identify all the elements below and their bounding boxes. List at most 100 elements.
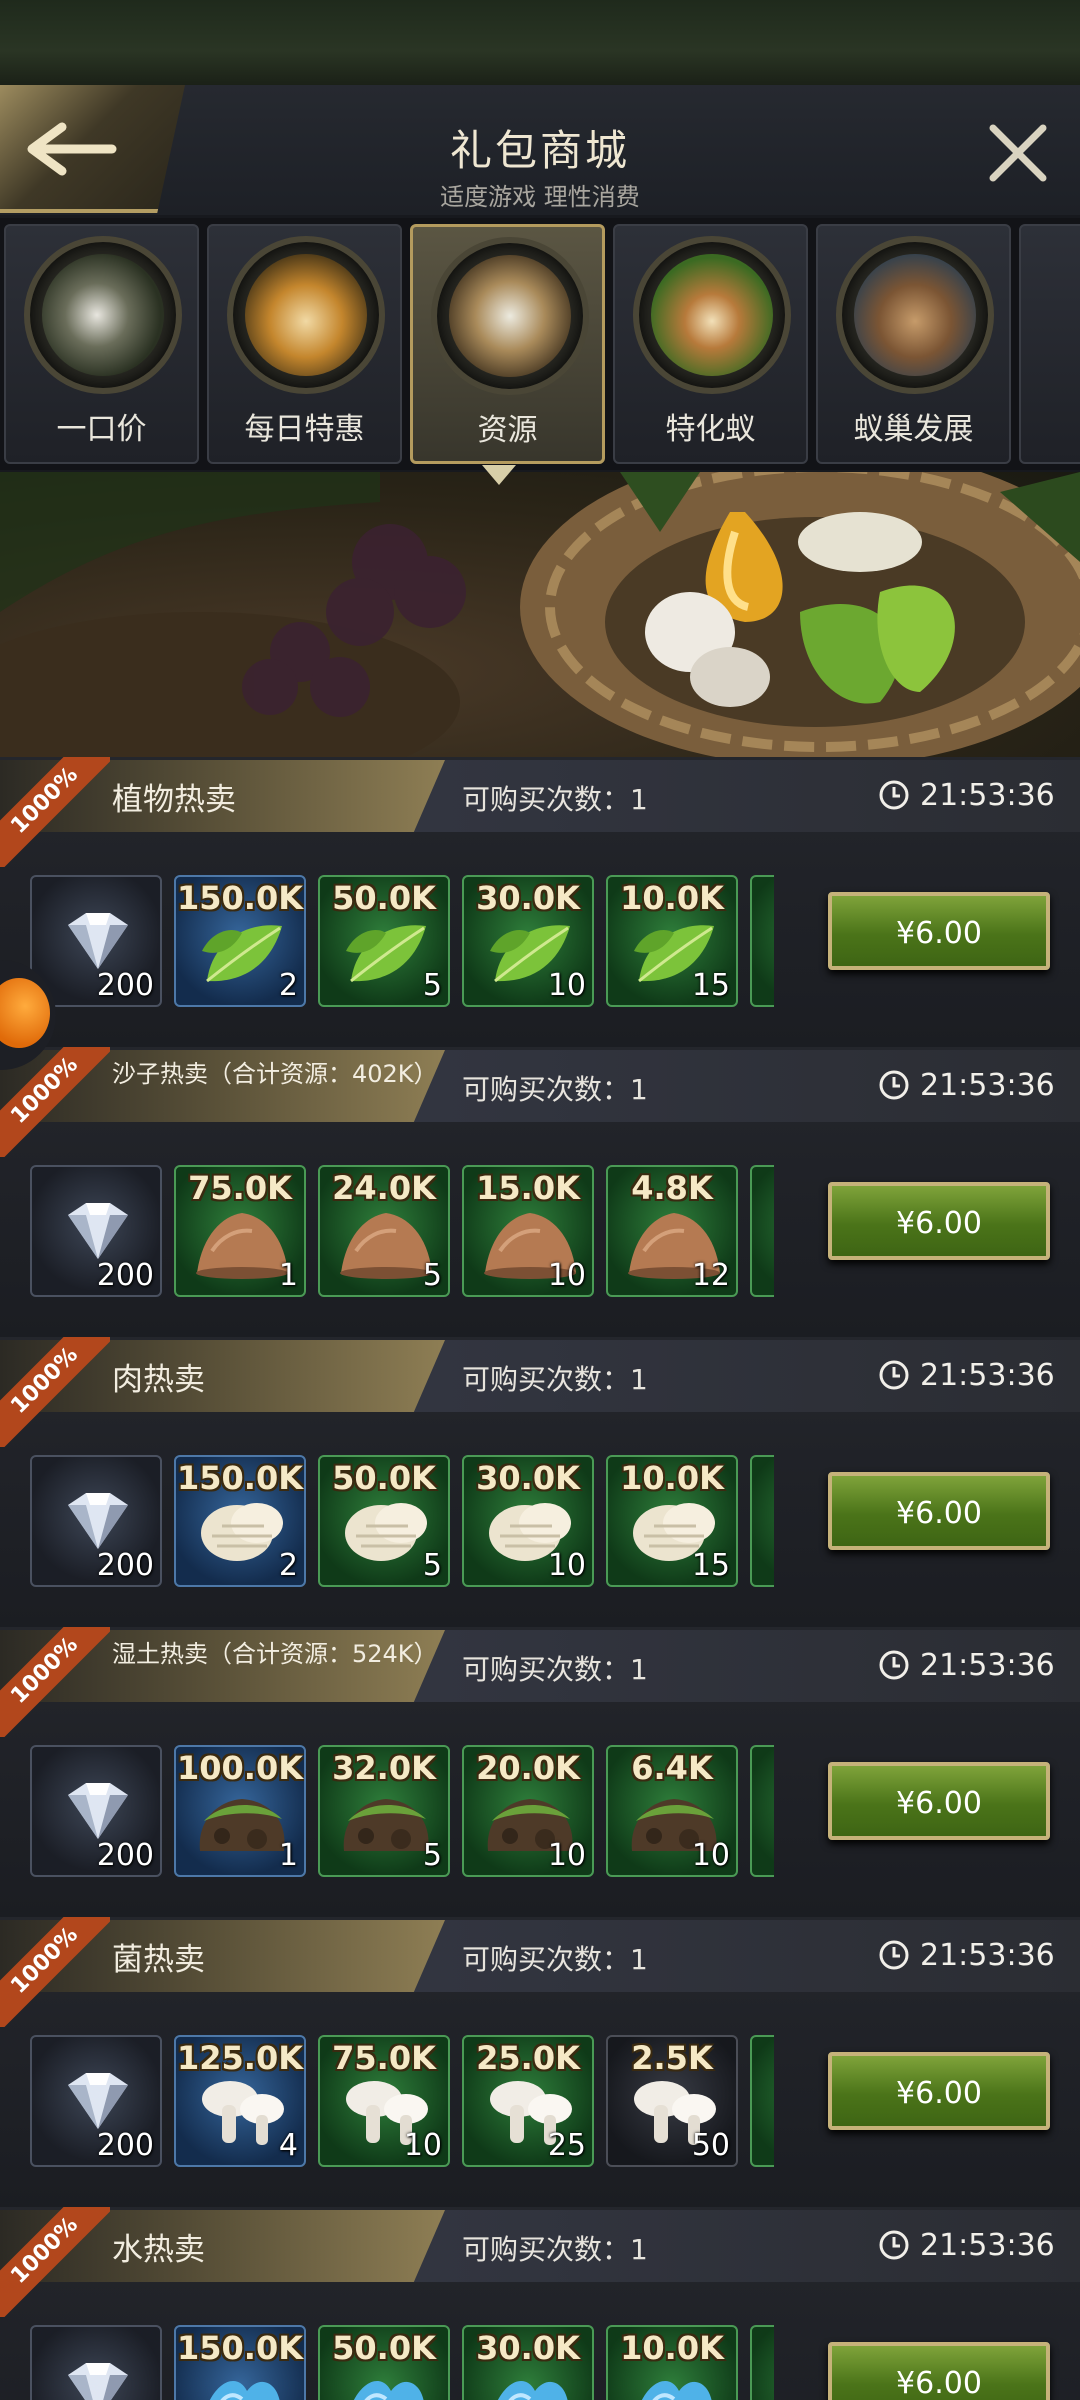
meat-reward-item[interactable]: 150.0K 2	[174, 1455, 306, 1587]
leaf-reward-item[interactable]: 150.0K 2	[174, 875, 306, 1007]
reward-amount: 150.0K	[176, 1459, 303, 1497]
red-ant-icon	[651, 254, 773, 376]
honey-basket-icon	[245, 254, 367, 376]
buy-button[interactable]: ¥6.00	[828, 1472, 1050, 1550]
mushroom-reward-item[interactable]: 125.0K 4	[174, 2035, 306, 2167]
offer-row-3: 湿土热卖（合计资源：524K） 可购买次数：1 21:53:36 1000% 2…	[0, 1627, 1080, 1917]
reward-item-overflow-peek[interactable]	[750, 2035, 774, 2167]
dna-nest-icon	[854, 254, 976, 376]
mushroom-reward-item[interactable]: 2.5K 50	[606, 2035, 738, 2167]
tab-label: 特化蚁	[665, 412, 756, 447]
reward-item-overflow-peek[interactable]	[750, 875, 774, 1007]
soil-reward-item[interactable]: 100.0K 1	[174, 1745, 306, 1877]
offer-name: 菌热卖	[112, 1942, 205, 1978]
reward-amount: 30.0K	[476, 2329, 580, 2367]
buy-button[interactable]: ¥6.00	[828, 1762, 1050, 1840]
reward-item-overflow-peek[interactable]	[750, 1165, 774, 1297]
meat-icon	[336, 1491, 436, 1571]
diamond-reward-item[interactable]: 200	[30, 1165, 162, 1297]
tab-3[interactable]: 特化蚁	[613, 224, 808, 464]
clock-icon	[879, 780, 909, 810]
water-reward-item[interactable]: 30.0K	[462, 2325, 594, 2400]
offer-row-2: 肉热卖 可购买次数：1 21:53:36 1000% 200 150.0K 2 50.…	[0, 1337, 1080, 1627]
tab-1[interactable]: 每日特惠	[207, 224, 402, 464]
tab-overflow-peek[interactable]	[1019, 224, 1080, 464]
reward-count: 200	[96, 1258, 154, 1293]
reward-amount: 50.0K	[332, 1459, 436, 1497]
diamond-icon	[48, 2353, 148, 2400]
countdown-timer: 21:53:36	[920, 778, 1055, 813]
tab-label: 资源	[477, 413, 538, 448]
tab-4[interactable]: 蚁巢发展	[816, 224, 1011, 464]
orange-fish-icon	[0, 978, 50, 1048]
diamond-reward-item[interactable]	[30, 2325, 162, 2400]
mushroom-reward-item[interactable]: 25.0K 25	[462, 2035, 594, 2167]
reward-count: 10	[547, 1838, 586, 1873]
diamond-reward-item[interactable]: 200	[30, 1455, 162, 1587]
reward-count: 10	[691, 1838, 730, 1873]
offer-header: 湿土热卖（合计资源：524K） 可购买次数：1 21:53:36	[0, 1630, 1080, 1702]
leaf-icon	[192, 911, 292, 991]
purchase-limit: 可购买次数：1	[462, 2233, 648, 2266]
water-reward-item[interactable]: 10.0K	[606, 2325, 738, 2400]
water-reward-item[interactable]: 150.0K	[174, 2325, 306, 2400]
reward-count: 200	[96, 2128, 154, 2163]
reward-count: 10	[547, 1548, 586, 1583]
reward-item-overflow-peek[interactable]	[750, 2325, 774, 2400]
leaf-reward-item[interactable]: 10.0K 15	[606, 875, 738, 1007]
buy-button[interactable]: ¥6.00	[828, 1182, 1050, 1260]
reward-amount: 50.0K	[332, 2329, 436, 2367]
shop-header: 礼包商城 适度游戏 理性消费	[0, 85, 1080, 215]
diamond-reward-item[interactable]: 200	[30, 2035, 162, 2167]
resource-banner	[0, 472, 1080, 757]
diamond-reward-item[interactable]: 200	[30, 875, 162, 1007]
nest-resources-icon	[449, 255, 571, 377]
tab-0[interactable]: 一口价	[4, 224, 199, 464]
reward-count: 4	[278, 2128, 298, 2163]
discount-label: 1000%	[0, 757, 110, 867]
buy-button[interactable]: ¥6.00	[828, 2342, 1050, 2400]
sand-reward-item[interactable]: 24.0K 5	[318, 1165, 450, 1297]
leaf-icon	[336, 911, 436, 991]
discount-label: 1000%	[0, 1627, 110, 1737]
tab-icon-frame	[227, 236, 385, 394]
meat-reward-item[interactable]: 30.0K 10	[462, 1455, 594, 1587]
meat-icon	[192, 1491, 292, 1571]
reward-items: 200 125.0K 4 75.0K 10 25.0K 25 2.5K 50	[30, 2035, 774, 2167]
reward-count: 5	[422, 1258, 442, 1293]
reward-count: 15	[691, 1548, 730, 1583]
reward-count: 25	[547, 2128, 586, 2163]
reward-items: 200 150.0K 2 50.0K 5 30.0K 10 10.0K 15	[30, 1455, 774, 1587]
reward-item-overflow-peek[interactable]	[750, 1745, 774, 1877]
leaf-reward-item[interactable]: 30.0K 10	[462, 875, 594, 1007]
diamond-reward-item[interactable]: 200	[30, 1745, 162, 1877]
close-button[interactable]	[985, 120, 1051, 186]
sand-reward-item[interactable]: 4.8K 12	[606, 1165, 738, 1297]
discount-ribbon: 1000%	[0, 757, 110, 867]
reward-amount: 125.0K	[176, 2039, 303, 2077]
soil-reward-item[interactable]: 32.0K 5	[318, 1745, 450, 1877]
tab-2[interactable]: 资源	[410, 224, 605, 464]
reward-count: 12	[691, 1258, 730, 1293]
sand-reward-item[interactable]: 75.0K 1	[174, 1165, 306, 1297]
leaf-reward-item[interactable]: 50.0K 5	[318, 875, 450, 1007]
clock-icon	[879, 1650, 909, 1680]
buy-button[interactable]: ¥6.00	[828, 892, 1050, 970]
water-reward-item[interactable]: 50.0K	[318, 2325, 450, 2400]
mushroom-reward-item[interactable]: 75.0K 10	[318, 2035, 450, 2167]
tab-label: 一口价	[56, 412, 147, 447]
meat-reward-item[interactable]: 10.0K 15	[606, 1455, 738, 1587]
offer-row-1: 沙子热卖（合计资源：402K） 可购买次数：1 21:53:36 1000% 2…	[0, 1047, 1080, 1337]
reward-item-overflow-peek[interactable]	[750, 1455, 774, 1587]
purchase-limit: 可购买次数：1	[462, 783, 648, 816]
discount-ribbon: 1000%	[0, 1917, 110, 2027]
sand-reward-item[interactable]: 15.0K 10	[462, 1165, 594, 1297]
reward-amount: 150.0K	[176, 2329, 303, 2367]
soil-reward-item[interactable]: 20.0K 10	[462, 1745, 594, 1877]
reward-amount: 2.5K	[631, 2039, 713, 2077]
category-tabs: 一口价 每日特惠 资源 特化蚁 蚁巢发展	[0, 218, 1080, 470]
reward-count: 50	[691, 2128, 730, 2163]
soil-reward-item[interactable]: 6.4K 10	[606, 1745, 738, 1877]
buy-button[interactable]: ¥6.00	[828, 2052, 1050, 2130]
meat-reward-item[interactable]: 50.0K 5	[318, 1455, 450, 1587]
